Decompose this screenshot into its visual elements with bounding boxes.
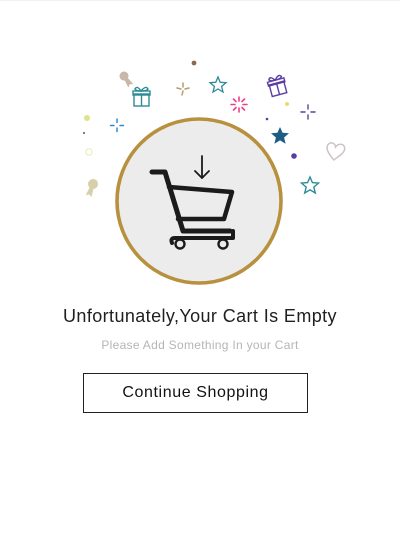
top-divider xyxy=(0,0,400,1)
medal-icon xyxy=(85,179,98,198)
star-icon xyxy=(208,75,228,94)
dot-icon xyxy=(265,117,269,121)
empty-cart-subtitle: Please Add Something In your Cart xyxy=(101,338,299,352)
empty-cart-illustration xyxy=(82,60,346,285)
dot-icon xyxy=(291,153,297,159)
gift-icon xyxy=(132,86,151,107)
dot-icon xyxy=(85,148,93,156)
dot-icon xyxy=(285,102,289,106)
dot-icon xyxy=(84,115,90,121)
dot-icon xyxy=(191,60,197,66)
empty-cart-title: Unfortunately,Your Cart Is Empty xyxy=(63,306,337,326)
star-icon xyxy=(299,175,321,195)
continue-shopping-label: Continue Shopping xyxy=(122,384,269,401)
empty-cart-badge xyxy=(115,117,283,285)
heart-icon xyxy=(326,142,346,161)
continue-shopping-button[interactable]: Continue Shopping xyxy=(83,373,308,413)
sparkle-icon xyxy=(300,104,316,120)
sparkle-icon xyxy=(230,96,248,113)
gift-icon xyxy=(266,74,288,98)
star-icon xyxy=(271,127,289,144)
sparkle-icon xyxy=(176,82,190,96)
dot-icon xyxy=(82,131,86,135)
sparkle-icon xyxy=(109,118,125,133)
medal-icon xyxy=(119,71,134,88)
